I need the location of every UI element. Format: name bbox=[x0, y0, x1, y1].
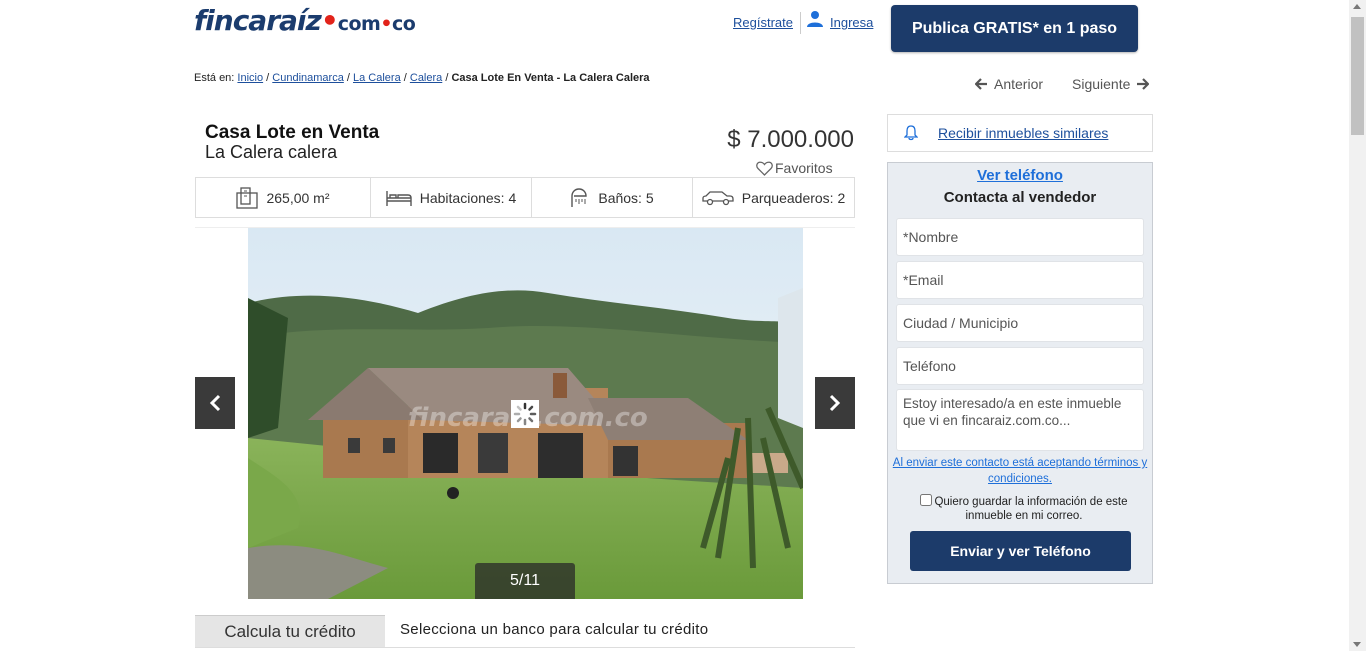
site-logo[interactable]: fincaraíz•com•co bbox=[194, 4, 416, 37]
email-field[interactable] bbox=[896, 261, 1144, 299]
favorites-button[interactable]: Favoritos bbox=[756, 160, 833, 176]
message-field[interactable] bbox=[896, 389, 1144, 451]
logo-text: fincaraíz bbox=[194, 4, 322, 37]
login-link[interactable]: Ingresa bbox=[830, 15, 873, 30]
shower-icon bbox=[571, 187, 588, 207]
feature-rooms-label: Habitaciones: 4 bbox=[419, 189, 517, 206]
area-icon bbox=[236, 186, 259, 209]
scroll-down-arrow-icon[interactable] bbox=[1353, 642, 1361, 647]
logo-dot: • bbox=[320, 4, 339, 37]
credit-divider bbox=[195, 647, 855, 648]
publish-button[interactable]: Publica GRATIS* en 1 paso bbox=[891, 5, 1138, 52]
breadcrumb: Está en: Inicio / Cundinamarca / La Cale… bbox=[194, 72, 650, 84]
page: fincaraíz•com•co Regístrate Ingresa Publ… bbox=[0, 0, 1366, 651]
similar-alert-link[interactable]: Recibir inmuebles similares bbox=[938, 125, 1108, 141]
gallery-prev-button[interactable] bbox=[195, 377, 235, 429]
previous-link[interactable]: Anterior bbox=[975, 76, 1043, 92]
city-field[interactable] bbox=[896, 304, 1144, 342]
feature-baths-label: Baños: 5 bbox=[598, 189, 654, 206]
next-label: Siguiente bbox=[1072, 76, 1131, 92]
contact-heading: Contacta al vendedor bbox=[943, 189, 1097, 206]
listing-title: Casa Lote en Venta bbox=[205, 122, 380, 143]
save-info-option[interactable]: Quiero guardar la información de este in… bbox=[914, 494, 1134, 523]
save-info-checkbox[interactable] bbox=[920, 494, 933, 506]
credit-calculator-tab[interactable]: Calcula tu crédito bbox=[195, 615, 385, 648]
save-info-label: Quiero guardar la información de este in… bbox=[934, 496, 1128, 522]
feature-parking: Parqueaderos: 2 bbox=[693, 178, 854, 217]
phone-field[interactable] bbox=[896, 347, 1144, 385]
logo-dot-2: • bbox=[380, 13, 392, 35]
breadcrumb-current: Casa Lote En Venta - La Calera Calera bbox=[451, 72, 650, 84]
similar-alert-box: Recibir inmuebles similares bbox=[887, 114, 1153, 152]
arrow-left-icon bbox=[975, 78, 987, 90]
chevron-left-icon bbox=[209, 394, 221, 412]
photo-counter: 5/11 bbox=[475, 563, 575, 599]
bell-icon bbox=[904, 125, 918, 141]
gallery-next-button[interactable] bbox=[815, 377, 855, 429]
loading-spinner-icon bbox=[511, 400, 539, 428]
car-icon bbox=[702, 190, 734, 205]
scroll-thumb[interactable] bbox=[1351, 17, 1364, 135]
breadcrumb-zone[interactable]: Calera bbox=[410, 72, 442, 84]
breadcrumb-home[interactable]: Inicio bbox=[237, 72, 263, 84]
listing-location: La Calera calera bbox=[205, 142, 338, 162]
feature-parking-label: Parqueaderos: 2 bbox=[741, 189, 846, 206]
breadcrumb-municipality[interactable]: La Calera bbox=[353, 72, 401, 84]
features-bar: 265,00 m² Habitaciones: 4 Baños: 5 Parqu… bbox=[195, 177, 855, 218]
feature-rooms: Habitaciones: 4 bbox=[371, 178, 532, 217]
photo-gallery: fincaraíz.com.co 5/11 bbox=[195, 227, 855, 599]
user-icon bbox=[807, 11, 823, 27]
feature-area-label: 265,00 m² bbox=[266, 189, 330, 206]
breadcrumb-department[interactable]: Cundinamarca bbox=[272, 72, 344, 84]
feature-baths: Baños: 5 bbox=[532, 178, 693, 217]
logo-com: com bbox=[337, 13, 381, 35]
next-link[interactable]: Siguiente bbox=[1072, 76, 1150, 92]
name-field[interactable] bbox=[896, 218, 1144, 256]
feature-area: 265,00 m² bbox=[196, 178, 371, 217]
view-phone-link[interactable]: Ver teléfono bbox=[888, 167, 1152, 184]
bed-icon bbox=[386, 190, 412, 206]
previous-label: Anterior bbox=[994, 76, 1044, 92]
page-scrollbar[interactable] bbox=[1349, 0, 1366, 651]
terms-link[interactable]: Al enviar este contacto está aceptando t… bbox=[888, 455, 1152, 487]
favorites-label: Favoritos bbox=[775, 160, 833, 176]
credit-hint: Selecciona un banco para calcular tu cré… bbox=[400, 621, 709, 638]
logo-co: co bbox=[392, 13, 416, 35]
chevron-right-icon bbox=[829, 394, 841, 412]
heart-icon bbox=[756, 161, 773, 176]
contact-form: Ver teléfono Contacta al vendedor Al env… bbox=[887, 162, 1153, 584]
scroll-up-arrow-icon[interactable] bbox=[1353, 4, 1361, 9]
register-link[interactable]: Regístrate bbox=[733, 15, 793, 30]
arrow-right-icon bbox=[1137, 78, 1150, 90]
breadcrumb-prefix: Está en: bbox=[194, 72, 235, 84]
header-divider bbox=[800, 12, 801, 34]
send-and-view-phone-button[interactable]: Enviar y ver Teléfono bbox=[910, 531, 1131, 571]
listing-price: $ 7.000.000 bbox=[727, 126, 854, 153]
